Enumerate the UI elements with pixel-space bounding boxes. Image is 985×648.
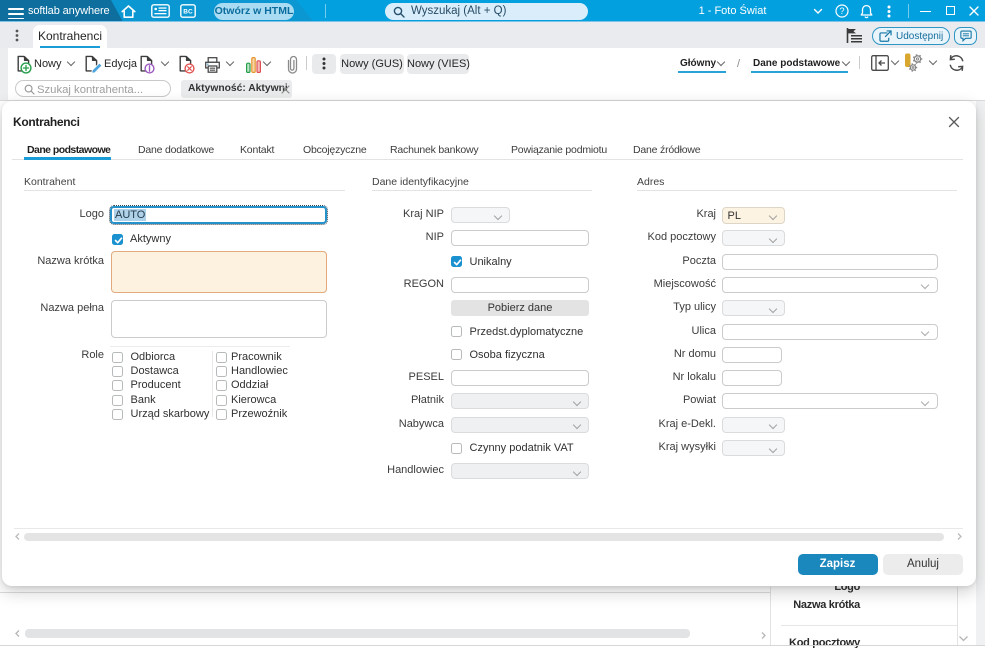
svg-text:BC: BC — [183, 9, 193, 16]
svg-text:?: ? — [839, 6, 844, 16]
